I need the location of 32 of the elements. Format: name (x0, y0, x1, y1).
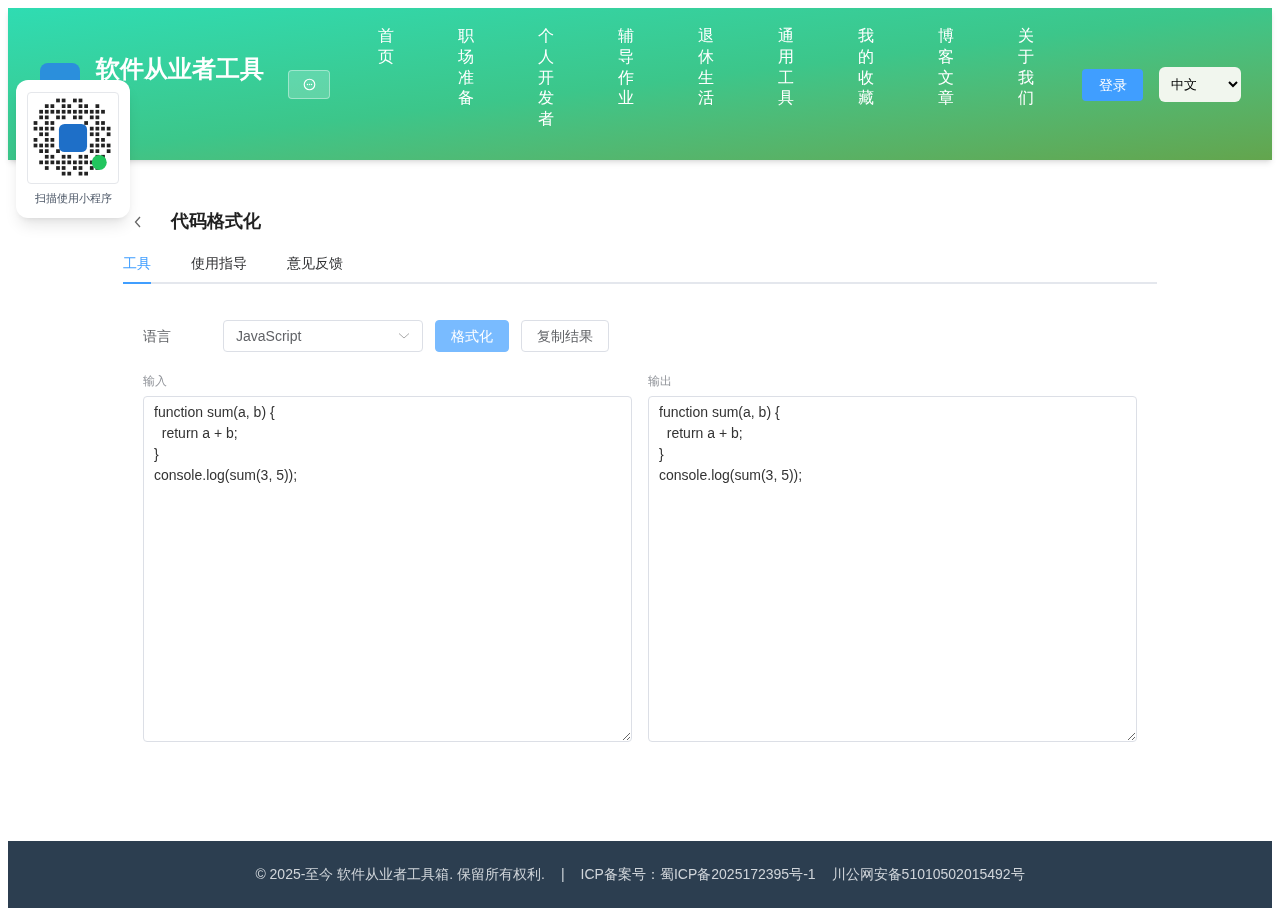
chat-bubble-icon (302, 78, 316, 91)
nav-link[interactable]: 通用工具 (778, 26, 794, 130)
tab[interactable]: 工具 (123, 253, 151, 284)
separator-text: | (560, 865, 565, 884)
nav-link[interactable]: 博客文章 (938, 26, 954, 130)
qr-caption: 扫描使用小程序 (34, 191, 112, 206)
icp-link[interactable]: ICP备案号：蜀ICP备2025172395号-1 (580, 864, 816, 885)
tab[interactable]: 意见反馈 (287, 253, 343, 284)
nav-link[interactable]: 我的收藏 (858, 26, 874, 130)
nav-link[interactable]: 关于我们 (1018, 26, 1034, 130)
language-dropdown[interactable]: JavaScript (223, 320, 423, 352)
output-code-field[interactable]: function sum(a, b) { return a + b; } console.log(sum(3, 5)); (648, 396, 1137, 742)
back-chevron-icon[interactable] (134, 215, 142, 228)
nav-link[interactable]: 个人开发者 (538, 26, 554, 130)
pane-label: 输出 (648, 373, 673, 390)
nav-link[interactable]: 退休生活 (698, 26, 714, 130)
input-code-field[interactable]: function sum(a, b) { return a + b; } console.log(sum(3, 5)); (143, 396, 632, 742)
nav-link[interactable]: 辅导作业 (618, 26, 634, 130)
chevron-down-icon (398, 332, 410, 340)
copyright-text: © 2025-至今 软件从业者工具箱. 保留所有权利. (255, 865, 545, 884)
copy-result-button[interactable]: 复制结果 (521, 320, 609, 352)
nav-link[interactable]: 首页 (378, 26, 394, 130)
police-link[interactable]: 川公网安备51010502015492号 (831, 864, 1025, 885)
language-select[interactable]: 中文 (1159, 67, 1241, 102)
site-title: 软件从业者工具 (96, 54, 264, 84)
qr-code-icon (27, 92, 119, 184)
login-button[interactable]: 登录 (1082, 69, 1143, 101)
pane-label: 输入 (143, 373, 168, 390)
page-title: 代码格式化 (171, 210, 261, 233)
language-label: 语言 (143, 326, 172, 346)
tab[interactable]: 使用指导 (191, 253, 247, 284)
nav-link[interactable]: 职场准备 (458, 26, 474, 130)
